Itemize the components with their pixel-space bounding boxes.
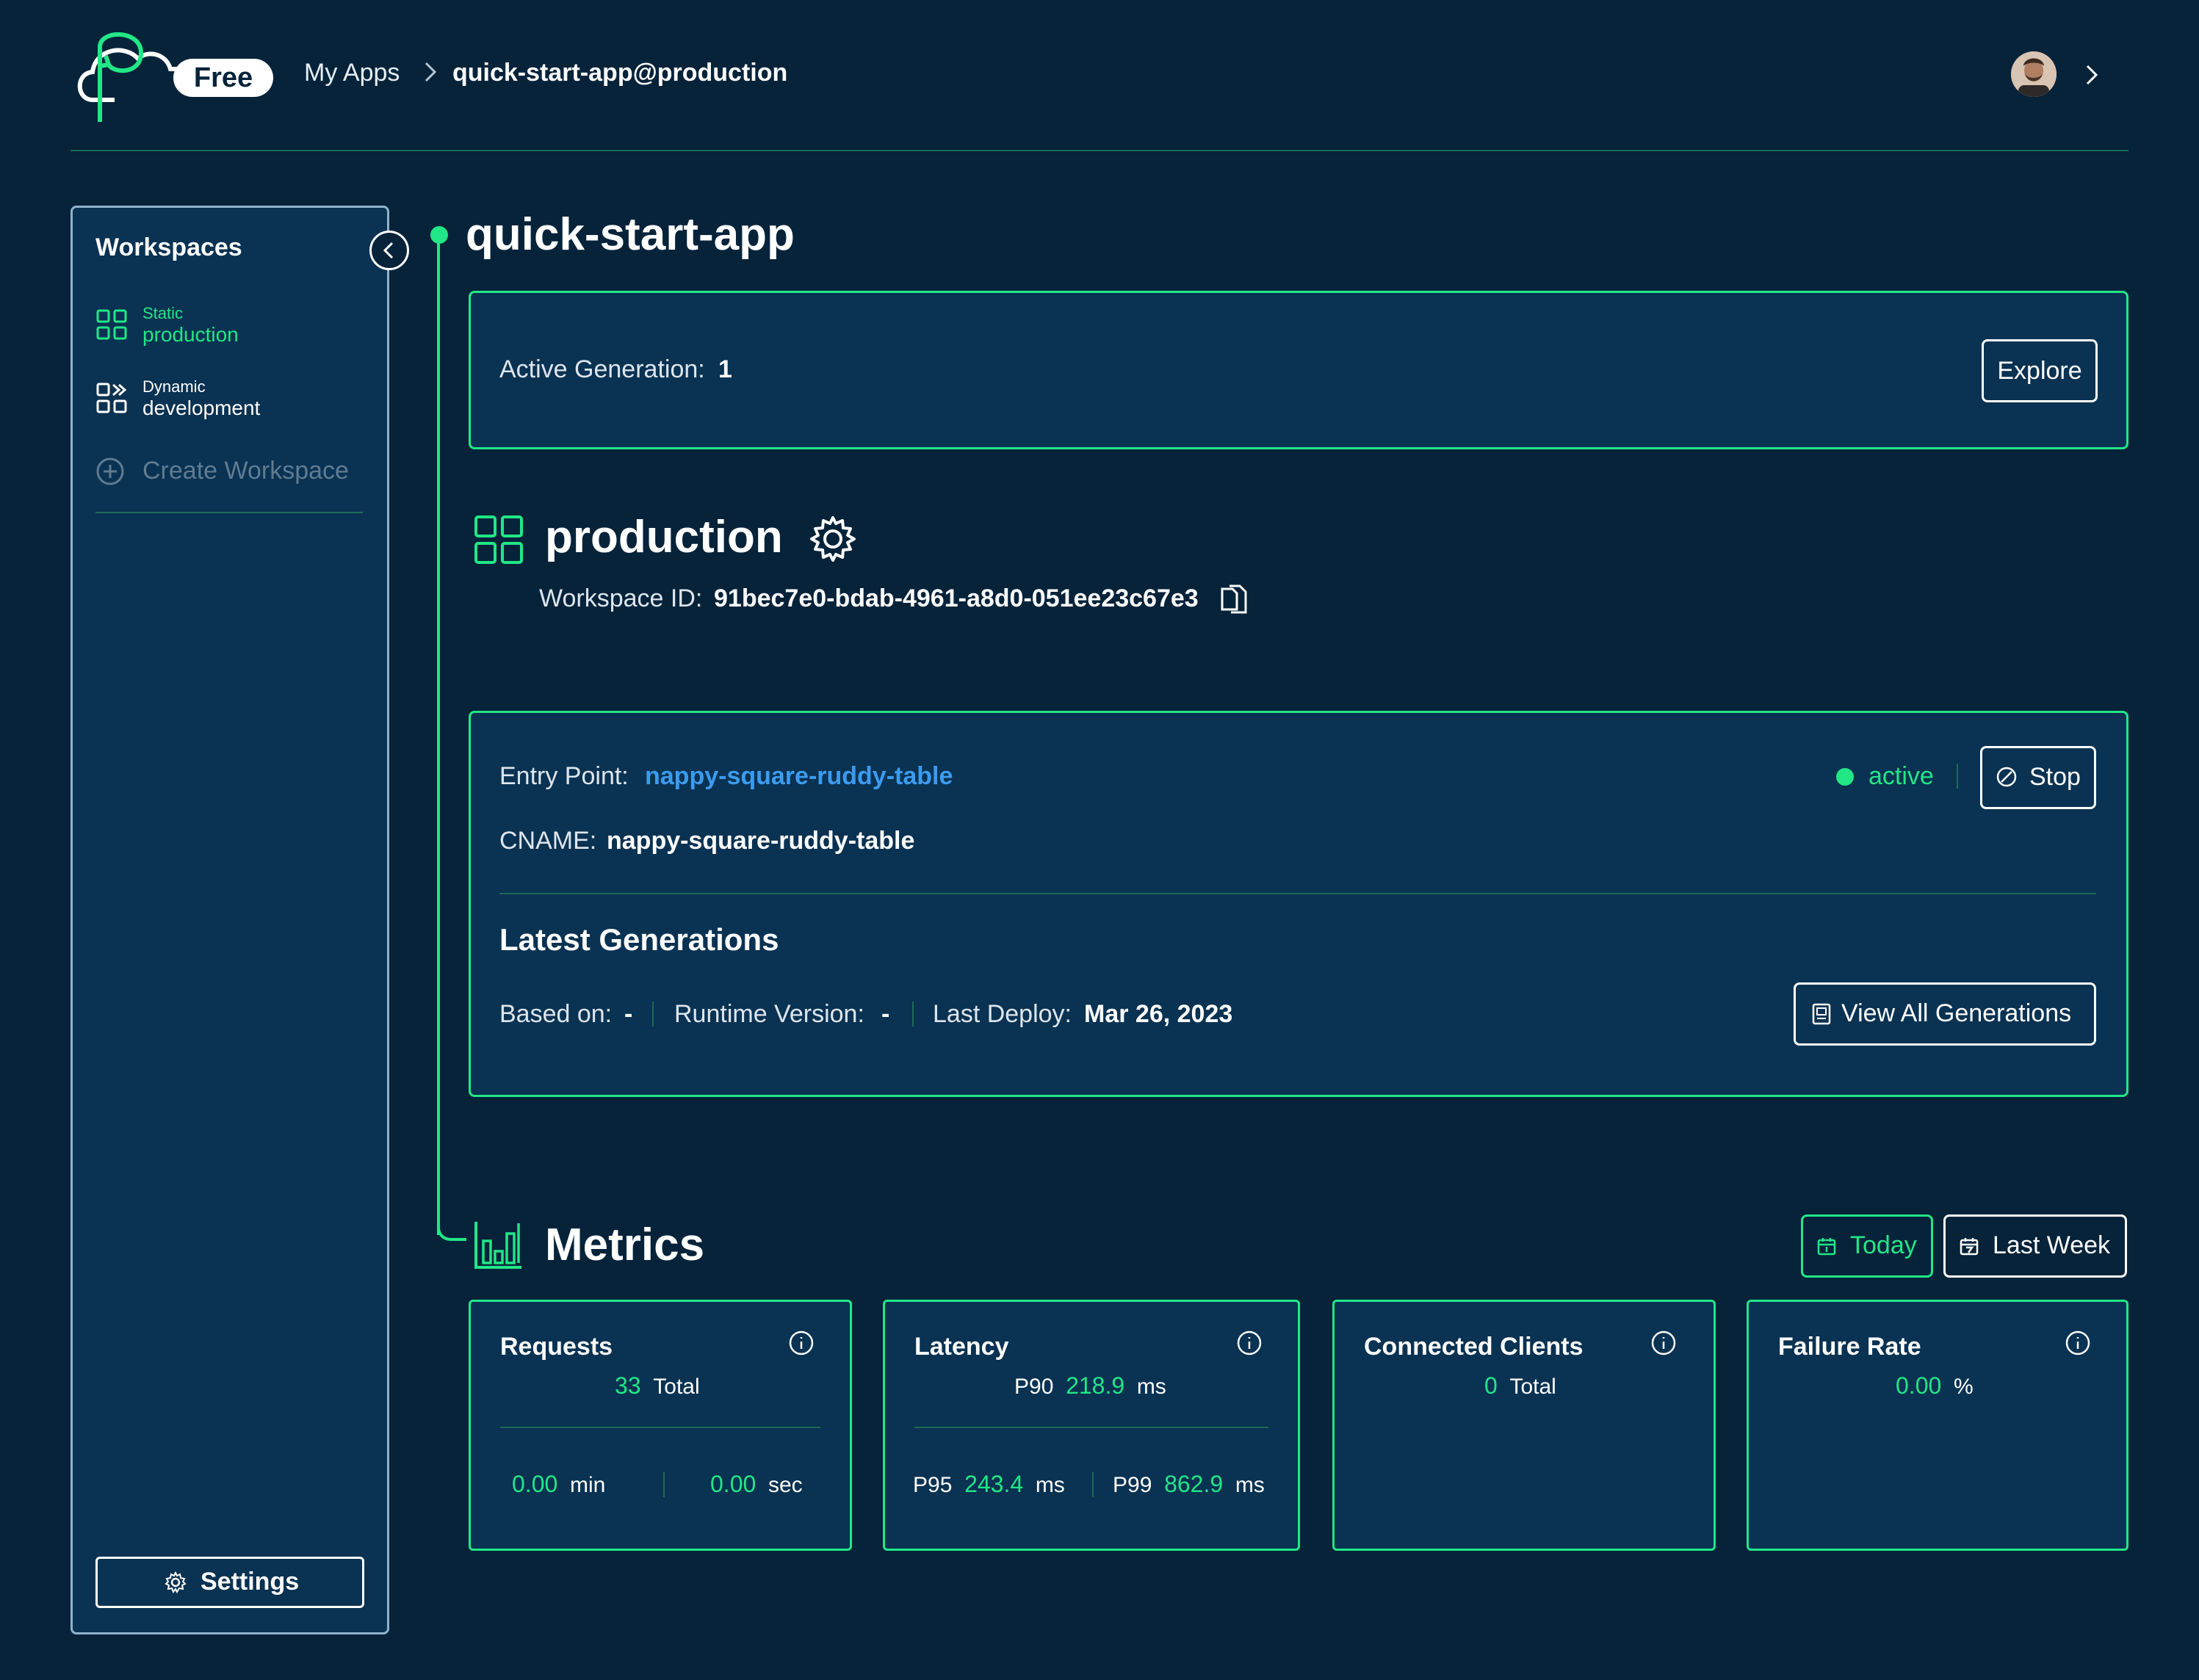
last-week-filter-button[interactable]: Last Week: [1943, 1214, 2127, 1278]
calendar-today-icon: [1817, 1238, 1836, 1256]
active-generation-label: Active Generation:: [499, 355, 705, 383]
requests-per-second: 0.00 sec: [710, 1471, 803, 1497]
today-filter-button[interactable]: Today: [1801, 1214, 1933, 1278]
sidebar-collapse-button[interactable]: [369, 231, 409, 270]
metric-title: Latency: [914, 1333, 1009, 1361]
divider: [1092, 1472, 1094, 1497]
divider: [663, 1472, 665, 1497]
connected-clients-total: 0 Total: [1484, 1372, 1556, 1399]
entry-point-link[interactable]: nappy-square-ruddy-table: [645, 762, 953, 791]
timeline-line: [437, 242, 440, 1235]
failure-rate-value: 0.00 %: [1896, 1372, 1974, 1399]
chevron-left-icon: [383, 242, 394, 259]
card-divider: [914, 1427, 1268, 1428]
latest-generations-title: Latest Generations: [499, 922, 779, 957]
info-icon[interactable]: [1236, 1330, 1263, 1356]
timeline-hook: [437, 1217, 466, 1241]
based-on-label: Based on:: [499, 1000, 613, 1028]
header-divider: [71, 150, 2128, 151]
breadcrumb-current: quick-start-app@production: [452, 59, 788, 87]
last-deploy-value: Mar 26, 2023: [1084, 1000, 1233, 1028]
divider: [912, 1002, 914, 1027]
metric-title: Connected Clients: [1364, 1333, 1584, 1361]
workspace-type: Dynamic: [142, 377, 206, 396]
entry-point-label: Entry Point:: [499, 762, 629, 790]
cname-label: CNAME:: [499, 827, 597, 855]
divider: [652, 1002, 654, 1027]
info-icon[interactable]: [1650, 1330, 1677, 1356]
connected-clients-metric-card: Connected Clients 0 Total: [1332, 1300, 1716, 1551]
view-all-generations-label: View All Generations: [1841, 999, 2072, 1027]
workspace-name: production: [142, 323, 239, 346]
workspace-id-value: 91bec7e0-bdab-4961-a8d0-051ee23c67e3: [714, 584, 1199, 612]
create-workspace-button[interactable]: Create Workspace: [95, 455, 375, 490]
gear-icon: [165, 1571, 187, 1594]
settings-button[interactable]: Settings: [95, 1557, 364, 1608]
sidebar-item-production[interactable]: Static production: [95, 304, 367, 348]
latency-p90: P90 218.9 ms: [1014, 1372, 1166, 1399]
breadcrumb-my-apps[interactable]: My Apps: [304, 59, 400, 87]
grid-icon: [96, 309, 127, 340]
cname-value: nappy-square-ruddy-table: [607, 827, 915, 855]
grid-icon: [474, 515, 523, 564]
stop-label: Stop: [2029, 763, 2081, 791]
status-dot: [1836, 768, 1854, 786]
workspace-id-label: Workspace ID:: [539, 584, 703, 612]
card-divider: [499, 893, 2096, 894]
runtime-version-label: Runtime Version:: [674, 1000, 864, 1028]
info-icon[interactable]: [2065, 1330, 2091, 1356]
chevron-right-icon[interactable]: [2081, 63, 2101, 87]
user-avatar[interactable]: [2011, 51, 2057, 97]
view-all-generations-button[interactable]: View All Generations: [1794, 982, 2096, 1046]
workspace-name: development: [142, 397, 261, 419]
stop-button[interactable]: Stop: [1980, 746, 2096, 809]
divider: [1957, 764, 1958, 789]
plus-circle-icon: [96, 457, 124, 485]
plan-badge: Free: [173, 59, 273, 97]
bar-chart-icon: [474, 1222, 521, 1269]
requests-total: 33 Total: [615, 1372, 700, 1399]
info-icon[interactable]: [788, 1330, 815, 1356]
chevron-right-icon: [425, 62, 437, 82]
sidebar-divider: [95, 512, 363, 513]
based-on-value: -: [624, 1000, 633, 1028]
copy-icon[interactable]: [1219, 583, 1250, 615]
last-week-label: Last Week: [1993, 1231, 2111, 1259]
requests-metric-card: Requests 33 Total 0.00 min 0.00 sec: [469, 1300, 852, 1551]
create-workspace-label: Create Workspace: [142, 457, 349, 485]
metric-title: Requests: [500, 1333, 613, 1361]
failure-rate-metric-card: Failure Rate 0.00 %: [1747, 1300, 2128, 1551]
workspace-title: production: [545, 512, 783, 562]
metrics-title: Metrics: [545, 1220, 705, 1270]
calendar-week-icon: [1960, 1238, 1979, 1256]
gear-icon[interactable]: [808, 514, 858, 564]
latency-metric-card: Latency P90 218.9 ms P95 243.4 ms P99 86…: [883, 1300, 1300, 1551]
last-deploy-label: Last Deploy:: [933, 1000, 1072, 1028]
latency-p95: P95 243.4 ms: [913, 1471, 1065, 1497]
sidebar-title: Workspaces: [95, 233, 242, 261]
stop-icon: [1996, 767, 2017, 787]
requests-per-minute: 0.00 min: [512, 1471, 606, 1497]
grid-forward-icon: [96, 383, 127, 413]
card-divider: [500, 1427, 820, 1428]
active-generation-value: 1: [718, 355, 732, 383]
latency-p99: P99 862.9 ms: [1113, 1471, 1265, 1497]
document-list-icon: [1812, 1003, 1831, 1025]
page-title: quick-start-app: [466, 209, 795, 260]
timeline-dot: [430, 226, 448, 244]
explore-button[interactable]: Explore: [1982, 339, 2098, 402]
runtime-version-value: -: [881, 1000, 890, 1028]
metric-title: Failure Rate: [1778, 1333, 1921, 1361]
workspace-type: Static: [142, 304, 184, 322]
settings-label: Settings: [201, 1568, 300, 1596]
sidebar-item-development[interactable]: Dynamic development: [95, 377, 367, 421]
today-label: Today: [1850, 1231, 1917, 1259]
status-badge: active: [1868, 762, 1934, 790]
active-generation-card: [469, 291, 2128, 449]
